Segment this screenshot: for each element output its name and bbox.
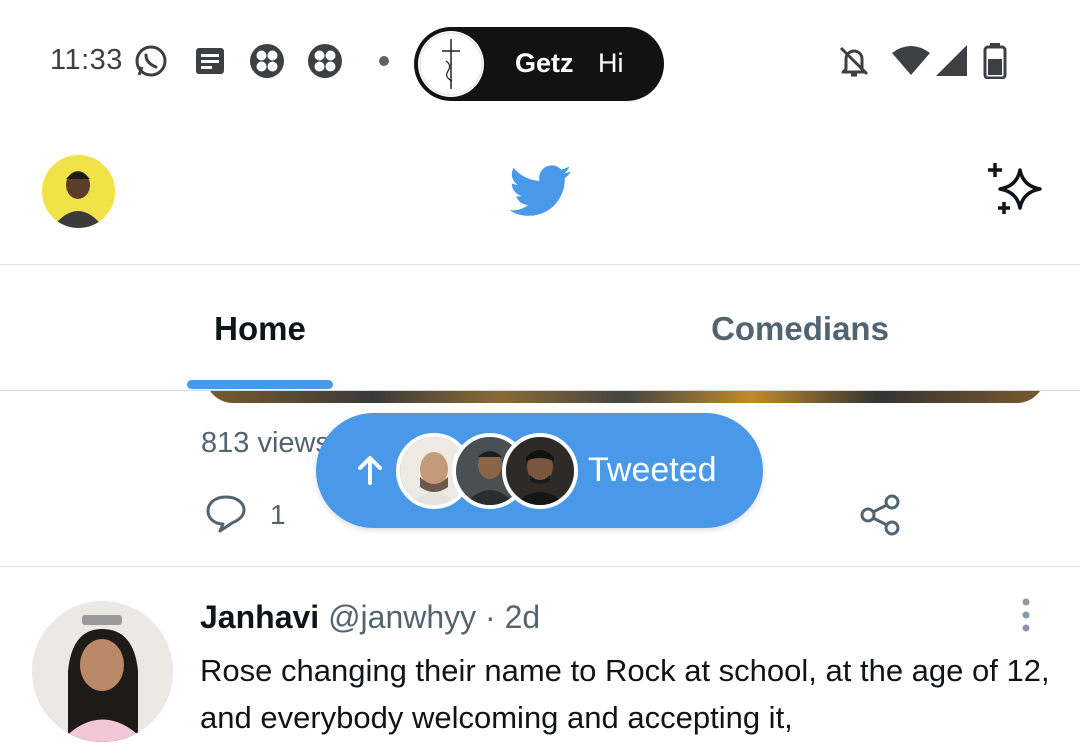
pill-avatar-3 [502,433,578,509]
tweet-header: Janhavi @janwhyy · 2d [200,599,540,636]
previous-tweet-media[interactable] [205,391,1045,403]
tab-home-label: Home [214,310,306,347]
status-time: 11:33 [50,44,123,76]
chat-sender-name: Getz [515,48,574,78]
wifi-icon [892,46,930,75]
chat-avatar [418,31,484,97]
profile-avatar[interactable] [42,155,115,228]
app-grid-icon [308,44,342,78]
sparkle-icon[interactable] [982,158,1050,222]
message-icon [196,48,224,74]
tweet-separator: · [485,599,496,635]
arrow-up-icon [358,456,382,485]
status-bar: 11:33 Getz Hi [0,0,1080,120]
chat-bubble-notification[interactable]: Getz Hi [414,27,664,101]
chat-message-preview: Hi [598,48,624,78]
tweet-divider [0,566,1080,567]
tweet-text: Rose changing their name to Rock at scho… [200,653,1050,735]
notification-dot [379,56,389,66]
new-tweets-pill[interactable]: Tweeted [316,413,763,528]
tweet-views: 813 views [201,427,330,459]
tweet-author-name[interactable]: Janhavi [200,599,319,635]
timeline-tabs: Home Comedians [0,265,1080,391]
signal-icon [936,45,967,76]
tab-home[interactable]: Home [0,265,530,391]
whatsapp-icon [135,45,167,77]
tweet-timestamp: 2d [504,599,541,635]
tweeted-label: Tweeted [588,451,717,489]
share-icon[interactable] [858,493,904,537]
reply-icon[interactable] [204,493,248,533]
app-grid-icon [250,44,284,78]
tab-comedians[interactable]: Comedians [530,265,1070,391]
tab-selected-indicator [187,380,333,389]
twitter-bird-icon[interactable] [510,165,572,217]
battery-icon [983,43,1007,79]
tweet-author-handle[interactable]: @janwhyy [328,599,476,635]
more-options-icon[interactable] [1016,597,1036,637]
bell-off-icon [839,46,869,77]
reply-count: 1 [270,499,286,530]
tweet-author-avatar[interactable] [32,601,173,742]
app-header [0,120,1080,265]
tab-comedians-label: Comedians [711,310,889,347]
